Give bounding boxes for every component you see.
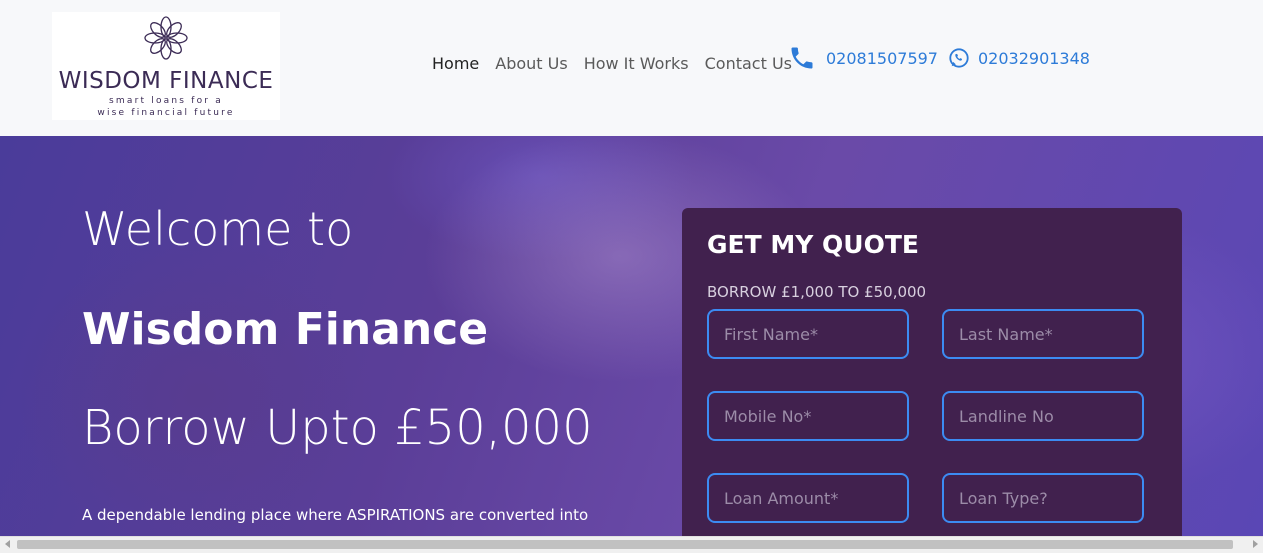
scroll-right-icon[interactable] — [1253, 540, 1258, 548]
main-nav: Home About Us How It Works Contact Us — [432, 54, 792, 73]
quote-form-title: GET MY QUOTE — [707, 230, 919, 259]
landline-number-field[interactable] — [942, 391, 1144, 441]
hero-section: Welcome to Wisdom Finance Borrow Upto £5… — [0, 136, 1263, 536]
brand-tagline-line1: smart loans for a — [109, 96, 223, 106]
brand-tagline-line2: wise financial future — [97, 108, 235, 118]
last-name-field[interactable] — [942, 309, 1144, 359]
whatsapp-number-link[interactable]: 02032901348 — [978, 49, 1090, 68]
phone-number-link[interactable]: 02081507597 — [826, 49, 938, 68]
scrollbar-thumb[interactable] — [17, 540, 1233, 549]
horizontal-scrollbar[interactable] — [0, 536, 1263, 553]
nav-contact-us[interactable]: Contact Us — [705, 54, 792, 73]
brand-logo[interactable]: WISDOM FINANCE smart loans for a wise fi… — [52, 12, 280, 120]
quote-form-subtitle: BORROW £1,000 TO £50,000 — [707, 283, 927, 301]
nav-how-it-works[interactable]: How It Works — [584, 54, 689, 73]
loan-type-field[interactable] — [942, 473, 1144, 523]
quote-form: GET MY QUOTE BORROW £1,000 TO £50,000 — [682, 208, 1182, 536]
phone-icon[interactable] — [788, 44, 816, 72]
first-name-field[interactable] — [707, 309, 909, 359]
brand-name: WISDOM FINANCE — [58, 68, 274, 94]
nav-about-us[interactable]: About Us — [495, 54, 567, 73]
site-header: WISDOM FINANCE smart loans for a wise fi… — [0, 0, 1263, 136]
logo-mark-icon — [144, 16, 188, 60]
hero-borrow-heading: Borrow Upto £50,000 — [82, 400, 593, 456]
loan-amount-field[interactable] — [707, 473, 909, 523]
nav-home[interactable]: Home — [432, 54, 479, 73]
hero-brand-heading: Wisdom Finance — [82, 304, 489, 355]
scroll-left-icon[interactable] — [5, 540, 10, 548]
whatsapp-icon[interactable] — [948, 47, 970, 69]
contact-bar: 02081507597 02032901348 — [788, 44, 1090, 72]
hero-welcome-heading: Welcome to — [82, 202, 354, 256]
hero-description: A dependable lending place where ASPIRAT… — [82, 506, 589, 524]
mobile-number-field[interactable] — [707, 391, 909, 441]
